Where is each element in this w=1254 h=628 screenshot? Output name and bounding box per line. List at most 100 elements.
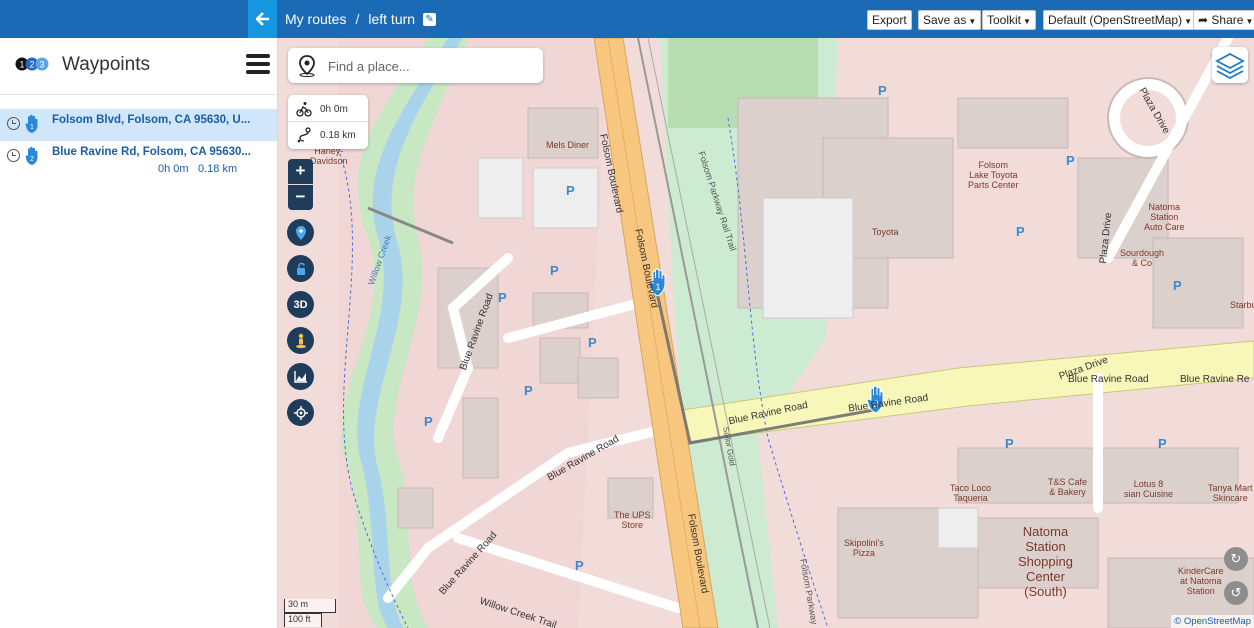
street-label: Blue Ravine Re xyxy=(1180,374,1250,385)
top-bar-left xyxy=(0,0,248,38)
waypoint-hand-icon[interactable]: 2 xyxy=(25,146,39,166)
waypoint-hand-icon[interactable]: 1 xyxy=(25,114,39,134)
add-poi-glyph xyxy=(295,225,306,240)
duration-row: 0h 0m xyxy=(288,96,368,122)
waypoint-number: 1 xyxy=(30,124,34,131)
zoom-in-button[interactable]: + xyxy=(288,159,313,184)
layers-button[interactable] xyxy=(1212,47,1248,83)
clock-icon[interactable] xyxy=(7,117,20,130)
poi-label: Skipolini's Pizza xyxy=(844,538,884,558)
search-input[interactable] xyxy=(328,56,528,76)
edit-icon[interactable]: ✎ xyxy=(423,12,437,26)
layers-icon xyxy=(1215,52,1245,80)
poi-label: Tanya Mart Skincare xyxy=(1208,483,1253,503)
parking-label: P xyxy=(588,335,597,350)
route-stats: 0h 0m 0.18 km xyxy=(288,95,368,149)
attribution-link[interactable]: © OpenStreetMap xyxy=(1174,616,1251,627)
street-view-glyph xyxy=(295,333,306,348)
lock-icon[interactable] xyxy=(287,255,314,282)
parking-label: P xyxy=(1005,436,1014,451)
lock-glyph xyxy=(296,262,305,275)
breadcrumb-my-routes[interactable]: My routes xyxy=(285,11,346,27)
poi-label: T&S Cafe & Bakery xyxy=(1048,477,1088,497)
scale-metric: 30 m xyxy=(284,599,336,613)
caret-down-icon: ▼ xyxy=(1023,17,1031,26)
place-search[interactable] xyxy=(288,48,543,83)
logo-digit: 1 xyxy=(19,60,24,70)
parking-label: P xyxy=(424,414,433,429)
waypoint-distance: 0.18 km xyxy=(198,163,238,175)
street-label: Blue Ravine Road xyxy=(1068,374,1149,385)
distance-value: 0.18 km xyxy=(320,130,356,141)
parking-label: P xyxy=(566,183,575,198)
map-scale: 30 m 100 ft xyxy=(284,599,340,627)
parking-label: P xyxy=(1158,436,1167,451)
caret-down-icon: ▼ xyxy=(1184,17,1192,26)
save-as-label: Save as xyxy=(923,13,967,27)
back-button[interactable] xyxy=(248,0,277,38)
breadcrumb: My routes / left turn ✎ xyxy=(285,11,437,27)
map-view[interactable]: 1 2 Folsom Boulevard Folsom Boulevard Fo… xyxy=(278,38,1254,628)
add-poi-icon[interactable] xyxy=(287,219,314,246)
caret-down-icon: ▼ xyxy=(1245,17,1254,26)
locate-glyph xyxy=(293,405,308,420)
locate-icon[interactable] xyxy=(287,399,314,426)
rotate-counterclockwise-icon[interactable]: ↺ xyxy=(1224,581,1248,605)
scale-imperial: 100 ft xyxy=(284,613,322,627)
elevation-glyph xyxy=(293,371,307,383)
caret-down-icon: ▼ xyxy=(968,17,977,26)
logo-digit: 3 xyxy=(39,60,44,70)
route-name: left turn xyxy=(368,11,416,27)
poi-label: Taco Loco Taqueria xyxy=(950,483,992,503)
toolkit-label: Toolkit xyxy=(987,13,1022,27)
share-button[interactable]: ➦ Share ▼ xyxy=(1193,10,1254,30)
poi-label: Sourdough & Co xyxy=(1120,248,1165,268)
parking-label: P xyxy=(1066,153,1075,168)
poi-label: Lotus 8 sian Cuisine xyxy=(1124,479,1174,499)
export-label: Export xyxy=(872,13,907,27)
waypoint-row[interactable]: 1 Folsom Blvd, Folsom, CA 95630, U... xyxy=(0,109,277,141)
share-label: Share xyxy=(1211,13,1244,27)
parking-label: P xyxy=(550,263,559,278)
route-distance-icon xyxy=(297,127,311,143)
map-style-label: Default (OpenStreetMap) xyxy=(1048,13,1183,27)
sidebar-header: 1 2 3 Waypoints xyxy=(0,38,277,95)
hamburger-menu-icon[interactable] xyxy=(246,54,270,76)
waypoint-number: 2 xyxy=(30,156,34,163)
elevation-chart-icon[interactable] xyxy=(287,363,314,390)
waypoints-logo-icon: 1 2 3 xyxy=(15,57,49,71)
cyclist-icon xyxy=(296,102,312,117)
parking-label: P xyxy=(878,83,887,98)
3d-icon[interactable]: 3D xyxy=(287,291,314,318)
arrow-left-icon xyxy=(255,12,269,26)
sidebar-title: Waypoints xyxy=(62,54,150,75)
street-view-icon[interactable] xyxy=(287,327,314,354)
waypoint-name: Blue Ravine Rd, Folsom, CA 95630... xyxy=(52,146,251,158)
map-style-select[interactable]: Default (OpenStreetMap) ▼ xyxy=(1043,10,1197,30)
parking-label: P xyxy=(1016,224,1025,239)
poi-label: Natoma Station Shopping Center (South) xyxy=(1018,524,1073,599)
distance-row: 0.18 km xyxy=(288,122,368,148)
parking-label: P xyxy=(524,383,533,398)
parking-label: P xyxy=(1173,278,1182,293)
top-bar: My routes / left turn ✎ Export Save as ▼ … xyxy=(0,0,1254,38)
export-button[interactable]: Export xyxy=(867,10,912,30)
map-attribution: © OpenStreetMap xyxy=(1171,615,1254,628)
duration-value: 0h 0m xyxy=(320,104,348,115)
poi-label: The UPS Store xyxy=(614,510,651,530)
toolkit-button[interactable]: Toolkit ▼ xyxy=(982,10,1036,30)
share-icon: ➦ xyxy=(1198,13,1209,27)
poi-label: Harley- Davidson xyxy=(310,146,348,166)
location-pin-icon xyxy=(299,55,315,77)
clock-icon[interactable] xyxy=(7,149,20,162)
rotate-clockwise-icon[interactable]: ↻ xyxy=(1224,547,1248,571)
waypoint-row[interactable]: 2 Blue Ravine Rd, Folsom, CA 95630... 0h… xyxy=(0,141,277,181)
zoom-out-button[interactable]: − xyxy=(288,185,313,210)
poi-label: Starbu xyxy=(1230,300,1254,310)
poi-label: Toyota xyxy=(872,227,899,237)
waypoint-name: Folsom Blvd, Folsom, CA 95630, U... xyxy=(52,114,251,126)
save-as-button[interactable]: Save as ▼ xyxy=(918,10,982,30)
poi-label: Mels Diner xyxy=(546,140,590,150)
poi-label: Natoma Station Auto Care xyxy=(1144,202,1185,232)
parking-label: P xyxy=(498,290,507,305)
